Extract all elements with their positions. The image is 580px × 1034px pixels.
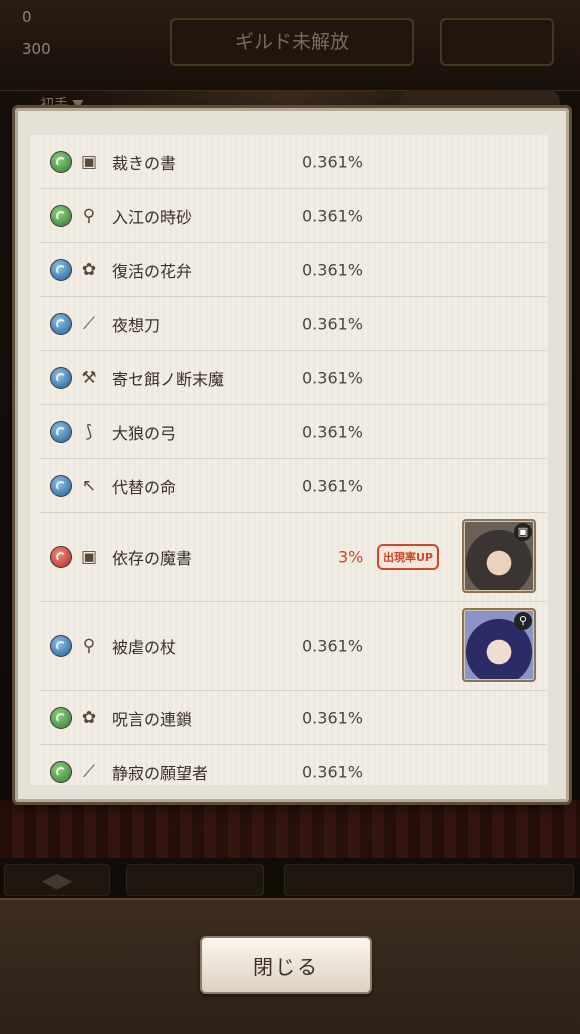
item-name: 夜想刀 [112,315,161,335]
drop-row: ↖ 代替の命 0.361% [40,459,546,513]
drop-rate: 0.361% [302,708,364,727]
drop-row: ⚒ 寄セ餌ノ断末魔 0.361% [40,351,546,405]
orb-icon: ✿ [81,259,97,280]
staff-icon: ⚲ [514,612,532,630]
drop-row: ⟆ 大狼の弓 0.361% [40,405,546,459]
drop-rate: 0.361% [302,476,364,495]
item-name: 入江の時砂 [112,207,193,227]
back-arrow-icon: ◀▶ [41,868,73,892]
drop-rate: 3% [338,547,364,567]
item-name: 寄セ餌ノ断末魔 [112,369,225,389]
drop-rate: 0.361% [302,314,364,333]
item-name: 代替の命 [112,477,177,497]
drop-list: ▣ 裁きの書 0.361% ⚲ 入江の時砂 0.361% ✿ 復活の花弁 0.361% ⟋ 夜想刀 0… [40,135,546,785]
staff-icon: ⚲ [82,636,96,656]
background-back-tab: ◀▶ [4,864,110,896]
drop-row: ⟋ 夜想刀 0.361% [40,297,546,351]
bow-icon: ⟆ [85,421,93,442]
green-attribute-icon [50,150,72,173]
blue-attribute-icon [50,312,72,335]
drop-row: ✿ 呪言の連鎖 0.361% [40,691,546,745]
background-curtain [0,800,580,860]
drop-rate: 0.361% [302,152,364,171]
drop-row: ✿ 復活の花弁 0.361% [40,243,546,297]
blue-attribute-icon [50,635,72,657]
drop-rate: 0.361% [302,368,364,387]
drop-rate: 0.361% [302,206,364,225]
item-name: 依存の魔書 [112,549,193,568]
background-corner-button [440,18,554,66]
drop-row: ▣ 裁きの書 0.361% [40,135,546,189]
green-attribute-icon [50,706,72,729]
sword-icon: ⟋ [83,313,95,334]
book-icon: ▣ [514,523,532,541]
background-tab-2 [284,864,574,896]
background-tab-1 [126,864,264,896]
blue-attribute-icon [50,366,72,389]
sword-icon: ⟋ [83,761,95,782]
background-stat-second: 300 [22,40,51,58]
background-header: 0 300 ギルド未解放 [0,0,580,91]
green-attribute-icon [50,204,72,227]
drop-row: ⟋ 静寂の願望者 0.361% [40,745,546,785]
blue-attribute-icon [50,258,72,281]
drop-rate-modal: ▣ 裁きの書 0.361% ⚲ 入江の時砂 0.361% ✿ 復活の花弁 0.361% ⟋ 夜想刀 0… [15,108,569,802]
character-portrait-blue-hair[interactable]: ⚲ [462,608,536,682]
item-name: 裁きの書 [112,153,177,173]
staff-icon: ⚲ [82,205,96,226]
green-attribute-icon [50,760,72,783]
drop-rate: 0.361% [302,762,364,781]
item-name: 大狼の弓 [112,423,177,443]
drop-row: ⚲ 被虐の杖 0.361% ⚲ [40,602,546,691]
item-name: 復活の花弁 [112,261,193,281]
red-attribute-icon [50,546,72,568]
background-stat-top: 0 [22,8,32,26]
drop-rate: 0.361% [302,260,364,279]
blue-attribute-icon [50,420,72,443]
background-tabs: ◀▶ [0,858,580,898]
drop-row: ▣ 依存の魔書 3% 出現率UP ▣ [40,513,546,602]
drop-list-frame[interactable]: ▣ 裁きの書 0.361% ⚲ 入江の時砂 0.361% ✿ 復活の花弁 0.361% ⟋ 夜想刀 0… [30,135,548,785]
drop-row: ⚲ 入江の時砂 0.361% [40,189,546,243]
item-name: 呪言の連鎖 [112,709,193,729]
hammer-icon: ⚒ [81,367,97,388]
drop-rate: 0.361% [302,636,364,656]
drop-rate: 0.361% [302,422,364,441]
rate-up-badge: 出現率UP [377,544,439,570]
blue-attribute-icon [50,474,72,497]
book-icon: ▣ [80,151,98,172]
character-portrait-hooded[interactable]: ▣ [462,519,536,593]
orb-icon: ✿ [81,707,97,728]
bottom-bar: 閉じる [0,898,580,1034]
background-title: ギルド未解放 [170,18,414,66]
item-name: 被虐の杖 [112,638,177,657]
book-icon: ▣ [80,547,98,567]
item-name: 静寂の願望者 [112,763,209,783]
close-button[interactable]: 閉じる [200,936,372,994]
spear-icon: ↖ [81,475,97,496]
